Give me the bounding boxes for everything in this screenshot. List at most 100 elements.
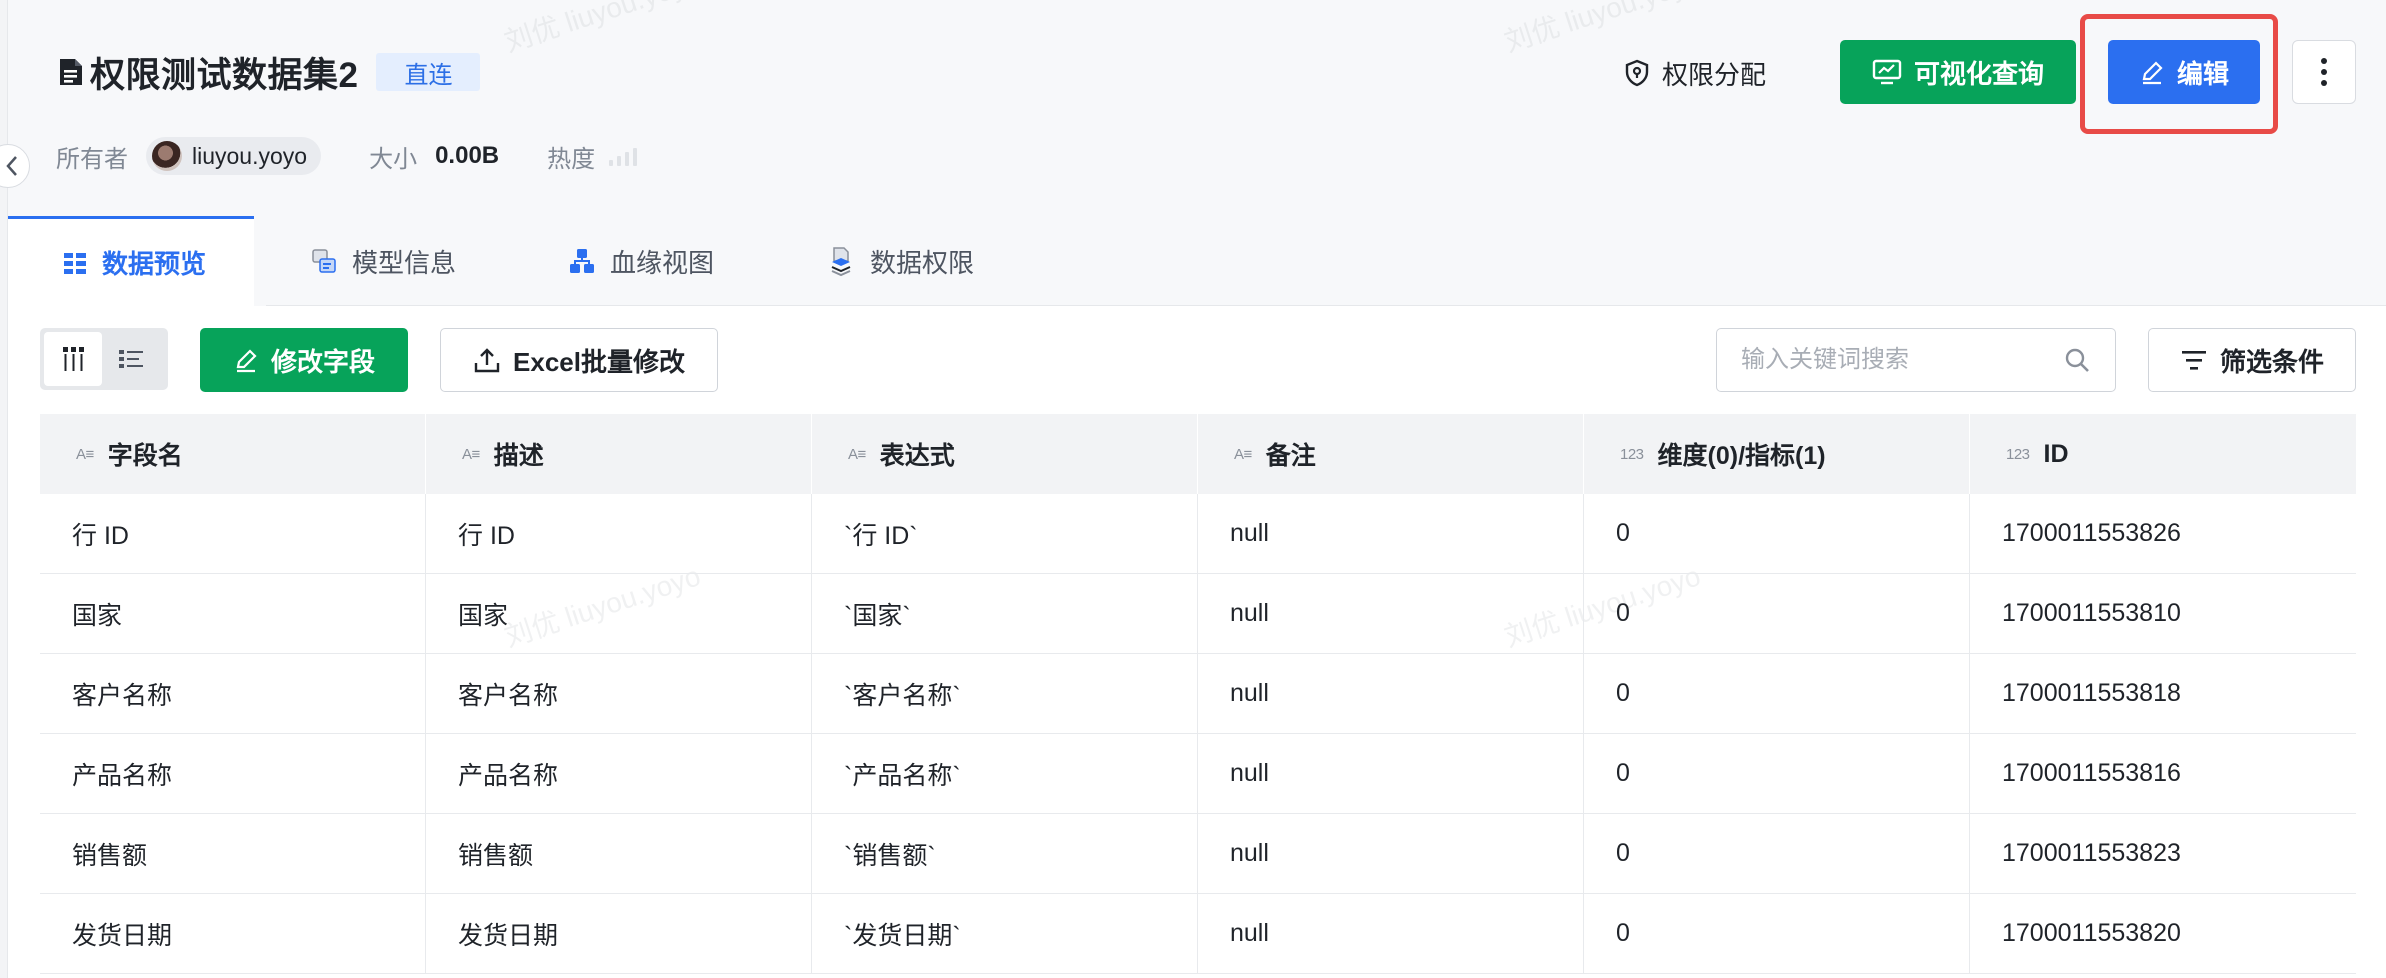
- permission-assign-label: 权限分配: [1662, 59, 1767, 90]
- edit-button[interactable]: 编辑: [2108, 40, 2260, 104]
- pencil-icon: [2142, 61, 2163, 85]
- table-cell: 0: [1584, 734, 1970, 813]
- owner-name: liuyou.yoyo: [192, 142, 308, 169]
- column-header-remark[interactable]: A≡ 备注: [1198, 414, 1584, 494]
- grid-icon: [64, 252, 86, 274]
- table-row[interactable]: 国家 国家 `国家` null 0 1700011553810: [40, 574, 2356, 654]
- filter-icon: [2181, 351, 2206, 370]
- text-type-icon: A≡: [462, 445, 480, 463]
- tab-lineage-view[interactable]: 血缘视图: [512, 216, 770, 306]
- size-value: 0.00B: [435, 142, 500, 169]
- excel-batch-modify-label: Excel批量修改: [513, 346, 685, 377]
- search-icon[interactable]: [2063, 346, 2091, 374]
- table-cell: null: [1198, 574, 1584, 653]
- table-cell: `国家`: [812, 574, 1198, 653]
- monitor-chart-icon: [1872, 59, 1902, 85]
- column-header-dimension-metric[interactable]: 123 维度(0)/指标(1): [1584, 414, 1970, 494]
- column-view-button[interactable]: [44, 332, 102, 386]
- column-header-label: 备注: [1265, 442, 1316, 470]
- tab-label: 数据预览: [102, 249, 207, 279]
- table-cell: `发货日期`: [812, 894, 1198, 973]
- excel-batch-modify-button[interactable]: Excel批量修改: [440, 328, 718, 392]
- table-cell: 0: [1584, 814, 1970, 893]
- view-mode-toggle: [40, 328, 168, 390]
- table-cell: 行 ID: [40, 494, 426, 573]
- column-header-label: 字段名: [107, 442, 183, 470]
- text-type-icon: A≡: [76, 445, 94, 463]
- visual-query-button[interactable]: 可视化查询: [1840, 40, 2076, 104]
- table-row[interactable]: 行 ID 行 ID `行 ID` null 0 1700011553826: [40, 494, 2356, 574]
- permission-assign-button[interactable]: 权限分配: [1624, 48, 1766, 98]
- owner-label: 所有者: [56, 145, 128, 173]
- more-actions-button[interactable]: [2292, 40, 2356, 104]
- table-cell: `产品名称`: [812, 734, 1198, 813]
- table-cell: 1700011553823: [2002, 839, 2181, 867]
- table-cell: 产品名称: [426, 734, 812, 813]
- edit-label: 编辑: [2176, 58, 2229, 89]
- list-view-button[interactable]: [102, 332, 160, 386]
- table-cell: `行 ID`: [812, 494, 1198, 573]
- table-cell: 0: [1584, 574, 1970, 653]
- number-type-icon: 123: [1620, 445, 1644, 463]
- heat-label: 热度: [547, 145, 596, 173]
- owner-chip[interactable]: liuyou.yoyo: [146, 137, 322, 175]
- data-permission-icon: [831, 247, 851, 277]
- table-cell: 行 ID: [426, 494, 812, 573]
- table-row[interactable]: 销售额 销售额 `销售额` null 0 1700011553823: [40, 814, 2356, 894]
- column-header-field-name[interactable]: A≡ 字段名: [40, 414, 426, 494]
- table-cell: 国家: [426, 574, 812, 653]
- column-header-label: 描述: [493, 442, 544, 470]
- modify-fields-button[interactable]: 修改字段: [200, 328, 408, 392]
- modify-fields-label: 修改字段: [270, 346, 375, 377]
- tab-data-permission[interactable]: 数据权限: [770, 216, 1030, 306]
- heat-bars-icon: [609, 146, 638, 166]
- column-header-label: 表达式: [879, 442, 955, 470]
- table-cell: 国家: [40, 574, 426, 653]
- table-cell: 1700011553810: [2002, 599, 2181, 627]
- tab-divider: [266, 305, 2386, 306]
- column-header-expression[interactable]: A≡ 表达式: [812, 414, 1198, 494]
- lineage-icon: [570, 249, 595, 273]
- table-cell: 客户名称: [40, 654, 426, 733]
- table-cell: null: [1198, 654, 1584, 733]
- column-header-description[interactable]: A≡ 描述: [426, 414, 812, 494]
- filter-conditions-label: 筛选条件: [2219, 346, 2324, 377]
- title-row: 权限测试数据集2 直连: [56, 46, 481, 98]
- table-cell: 客户名称: [426, 654, 812, 733]
- tab-model-info[interactable]: 模型信息: [254, 216, 512, 306]
- table-cell: 1700011553816: [2002, 759, 2181, 787]
- table-cell: 发货日期: [426, 894, 812, 973]
- connection-mode-badge: 直连: [376, 53, 481, 91]
- table-row[interactable]: 产品名称 产品名称 `产品名称` null 0 1700011553816: [40, 734, 2356, 814]
- table-cell: 0: [1584, 494, 1970, 573]
- upload-icon: [474, 348, 500, 373]
- field-table: A≡ 字段名 A≡ 描述 A≡ 表达式 A≡ 备注 123 维度(0)/指标(1…: [40, 414, 2356, 974]
- table-cell: 销售额: [40, 814, 426, 893]
- more-vertical-icon: [2321, 58, 2327, 86]
- text-type-icon: A≡: [1234, 445, 1252, 463]
- table-cell: 0: [1584, 654, 1970, 733]
- table-cell: 发货日期: [40, 894, 426, 973]
- table-header-row: A≡ 字段名 A≡ 描述 A≡ 表达式 A≡ 备注 123 维度(0)/指标(1…: [40, 414, 2356, 494]
- column-header-label: ID: [2043, 439, 2069, 468]
- table-cell: `客户名称`: [812, 654, 1198, 733]
- tab-bar: 数据预览 模型信息 血缘视图 数据权限: [8, 216, 1030, 306]
- table-row[interactable]: 发货日期 发货日期 `发货日期` null 0 1700011553820: [40, 894, 2356, 974]
- tab-label: 数据权限: [870, 247, 975, 278]
- avatar: [152, 141, 182, 171]
- column-header-label: 维度(0)/指标(1): [1657, 442, 1826, 470]
- search-input[interactable]: [1741, 346, 2063, 374]
- column-header-id[interactable]: 123 ID: [1970, 414, 2356, 494]
- list-view-icon: [119, 350, 143, 368]
- pencil-icon: [236, 349, 257, 373]
- page-title: 权限测试数据集2: [90, 55, 359, 95]
- table-row[interactable]: 客户名称 客户名称 `客户名称` null 0 1700011553818: [40, 654, 2356, 734]
- size-label: 大小: [369, 145, 418, 173]
- dataset-detail-page: 刘优 liuyou.yoyo 刘优 liuyou.yoyo 刘优 liuyou.…: [0, 0, 2386, 978]
- table-cell: 0: [1584, 894, 1970, 973]
- tab-data-preview[interactable]: 数据预览: [8, 216, 255, 306]
- text-type-icon: A≡: [848, 445, 866, 463]
- filter-conditions-button[interactable]: 筛选条件: [2148, 328, 2356, 392]
- search-box: [1716, 328, 2116, 392]
- tab-label: 血缘视图: [610, 247, 715, 278]
